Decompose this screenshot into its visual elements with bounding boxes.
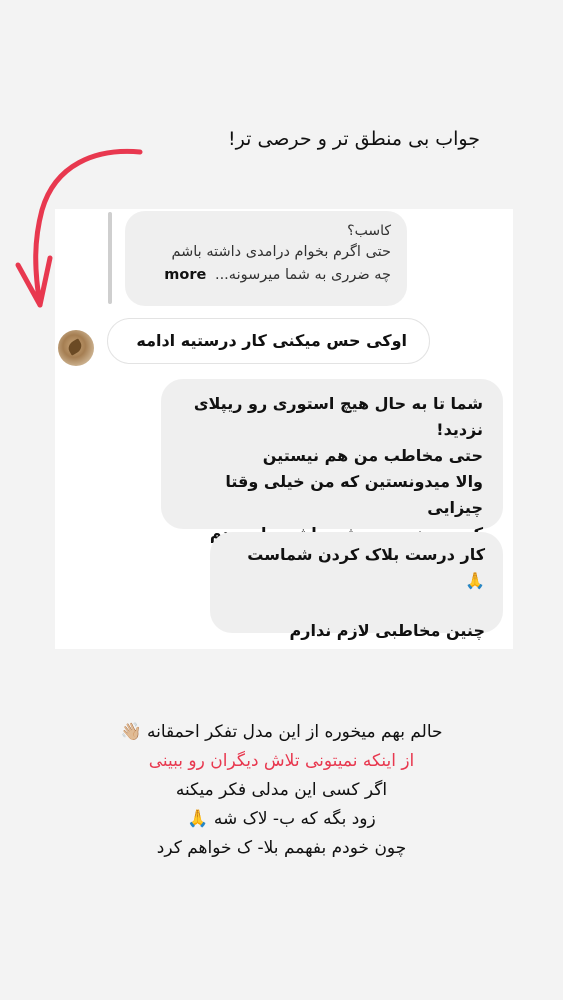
avatar[interactable] [58, 330, 94, 366]
caption-line: اگر کسی این مدلی فکر میکنه [175, 780, 388, 800]
caption-line-text: زود بگه که ب- لاک شه [213, 809, 376, 829]
reply-line: چه ضرری به شما میرسونه... more [141, 264, 391, 287]
caption-line: حالم بهم میخوره از این مدل تفکر احمقانه … [40, 718, 523, 747]
reply-line: حتی اگرم بخوام درامدی داشته باشم [171, 244, 391, 260]
message-line: کار درست بلاک کردن شماست 🙏 [228, 542, 485, 594]
message-line: شما تا به حال هیچ استوری رو ریپلای [193, 394, 483, 413]
waving-hand-icon: 👋🏼 [120, 722, 142, 742]
message-line-text: کار درست بلاک کردن شماست [247, 545, 485, 564]
caption-line: زود بگه که ب- لاک شه 🙏 [40, 805, 523, 834]
message-line: چنین مخاطبی لازم ندارم [289, 621, 485, 640]
pray-emoji-icon: 🙏 [187, 809, 209, 829]
message-line: والا میدونستین که من خیلی وقتا چیزایی [225, 472, 483, 517]
reply-title: کاسب؟ [347, 223, 391, 239]
outgoing-message[interactable]: شما تا به حال هیچ استوری رو ریپلای نزدید… [161, 379, 503, 543]
reply-quote-bar [108, 212, 112, 304]
caption-line: چون خودم بفهمم بلا- ک خواهم کرد [156, 838, 407, 858]
caption-line-text: حالم بهم میخوره از این مدل تفکر احمقانه [147, 722, 443, 742]
avatar-image [65, 338, 85, 356]
message-line: حتی مخاطب من هم نیستین [262, 446, 483, 465]
caption-line-highlighted: از اینکه نمیتونی تلاش دیگران رو ببینی [148, 751, 415, 771]
reply-line-text: چه ضرری به شما میرسونه... [214, 267, 391, 283]
replied-message-bubble[interactable]: کاسب؟ حتی اگرم بخوام درامدی داشته باشم چ… [125, 211, 407, 306]
pray-emoji-icon: 🙏 [465, 571, 485, 590]
incoming-message[interactable]: اوکی حس میکنی کار درستیه ادامه بده [107, 318, 430, 394]
message-line: نزدید! [436, 420, 483, 439]
bottom-caption: حالم بهم میخوره از این مدل تفکر احمقانه … [40, 718, 523, 863]
outgoing-message[interactable]: کار درست بلاک کردن شماست 🙏 چنین مخاطبی ل… [210, 532, 503, 640]
more-link[interactable]: more [164, 267, 206, 283]
